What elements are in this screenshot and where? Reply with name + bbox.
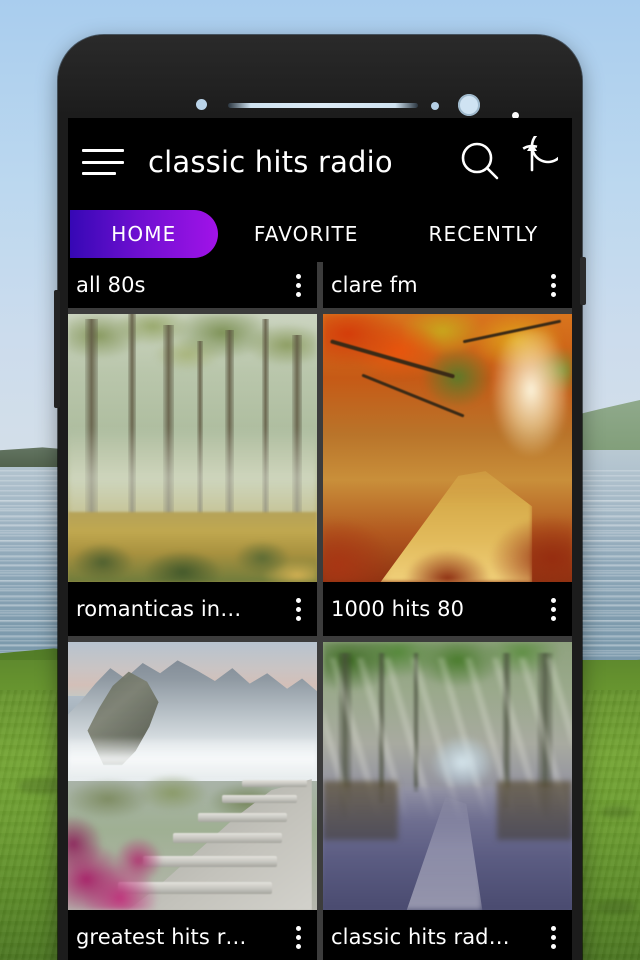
tab-bar: HOME FAVORITE RECENTLY [68, 206, 572, 262]
station-card[interactable]: all 80s [68, 262, 317, 308]
station-label-bar: 1000 hits 80 [323, 582, 572, 636]
station-grid: all 80s clare fm romanticas in… 1000 hit… [68, 262, 572, 960]
phone-device-frame: classic hits radio HOME FAVORITE RECENTL… [54, 35, 586, 960]
more-options-icon[interactable] [283, 917, 313, 957]
app-bar: classic hits radio [68, 118, 572, 206]
tab-home[interactable]: HOME [70, 210, 218, 258]
foggy-forest-road-art [323, 642, 572, 910]
front-camera-icon [458, 94, 480, 116]
page-title: classic hits radio [148, 145, 393, 179]
station-title: 1000 hits 80 [331, 597, 465, 621]
station-card[interactable]: clare fm [323, 262, 572, 308]
station-card[interactable]: greatest hits r… [68, 642, 317, 960]
more-options-icon[interactable] [283, 589, 313, 629]
station-title: clare fm [331, 273, 418, 297]
station-label-bar: clare fm [323, 262, 572, 308]
background-grass-patch [600, 806, 634, 818]
more-options-icon[interactable] [538, 268, 568, 302]
snowy-mountain-stairs-art [68, 642, 317, 910]
hamburger-menu-icon[interactable] [80, 145, 126, 179]
power-exit-icon[interactable] [506, 136, 558, 188]
background-grass-patch [596, 900, 636, 914]
search-icon[interactable] [454, 136, 506, 188]
station-title: greatest hits r… [76, 925, 247, 949]
station-title: all 80s [76, 273, 146, 297]
earpiece-speaker-icon [228, 103, 418, 108]
station-label-bar: all 80s [68, 262, 317, 308]
volume-button[interactable] [54, 290, 60, 408]
proximity-sensor-icon [196, 99, 207, 110]
station-artwork [68, 642, 317, 910]
station-label-bar: romanticas in… [68, 582, 317, 636]
power-button[interactable] [580, 257, 586, 305]
more-options-icon[interactable] [538, 589, 568, 629]
tab-favorite[interactable]: FAVORITE [218, 210, 395, 258]
more-options-icon[interactable] [283, 268, 313, 302]
station-title: classic hits rad… [331, 925, 510, 949]
station-label-bar: classic hits rad… [323, 910, 572, 960]
screenshot-root: classic hits radio HOME FAVORITE RECENTL… [0, 0, 640, 960]
phone-screen: classic hits radio HOME FAVORITE RECENTL… [68, 118, 572, 960]
green-misty-forest-art [68, 314, 317, 582]
station-artwork [68, 314, 317, 582]
station-artwork [323, 314, 572, 582]
station-artwork [323, 642, 572, 910]
station-title: romanticas in… [76, 597, 242, 621]
station-card[interactable]: romanticas in… [68, 314, 317, 636]
more-options-icon[interactable] [538, 917, 568, 957]
station-card[interactable]: 1000 hits 80 [323, 314, 572, 636]
tab-recently[interactable]: RECENTLY [395, 210, 572, 258]
light-sensor-icon [431, 102, 439, 110]
autumn-forest-path-art [323, 314, 572, 582]
station-card[interactable]: classic hits rad… [323, 642, 572, 960]
station-label-bar: greatest hits r… [68, 910, 317, 960]
